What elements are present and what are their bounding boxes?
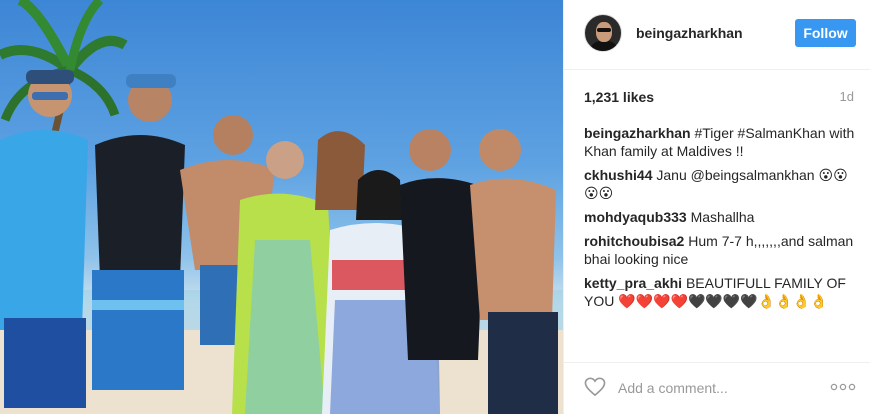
post-timestamp[interactable]: 1d [840, 89, 854, 104]
comment-text: Mashallha [686, 209, 755, 225]
comment-item: rohitchoubisa2 Hum 7-7 h,,,,,,,and salma… [584, 232, 856, 268]
add-comment-input[interactable] [616, 375, 820, 401]
more-options-icon[interactable] [830, 377, 856, 397]
comment-list: beingazharkhan #Tiger #SalmanKhan with K… [584, 124, 856, 316]
photo-illustration [0, 0, 563, 414]
profile-avatar[interactable] [584, 14, 622, 52]
comment-username[interactable]: beingazharkhan [584, 125, 691, 141]
comment-item: mohdyaqub333 Mashallha [584, 208, 856, 226]
post-username[interactable]: beingazharkhan [636, 25, 743, 41]
comment-username[interactable]: rohitchoubisa2 [584, 233, 684, 249]
comment-item: ketty_pra_akhi BEAUTIFULL FAMILY OF YOU … [584, 274, 856, 310]
comment-item: beingazharkhan #Tiger #SalmanKhan with K… [584, 124, 856, 160]
follow-button[interactable]: Follow [795, 19, 856, 47]
post-side-panel: beingazharkhan Follow 1,231 likes 1d bei… [563, 0, 870, 414]
post-footer [564, 362, 870, 414]
likes-row: 1,231 likes 1d [584, 89, 854, 107]
comment-username[interactable]: ckhushi44 [584, 167, 652, 183]
post-photo[interactable] [0, 0, 563, 414]
comment-item: ckhushi44 Janu @beingsalmankhan 😮😮😮😮 [584, 166, 856, 202]
comment-username[interactable]: ketty_pra_akhi [584, 275, 682, 291]
heart-icon[interactable] [584, 377, 606, 397]
comment-username[interactable]: mohdyaqub333 [584, 209, 687, 225]
post-header: beingazharkhan Follow [564, 0, 870, 70]
likes-count[interactable]: 1,231 likes [584, 89, 654, 105]
instagram-post: beingazharkhan Follow 1,231 likes 1d bei… [0, 0, 870, 414]
